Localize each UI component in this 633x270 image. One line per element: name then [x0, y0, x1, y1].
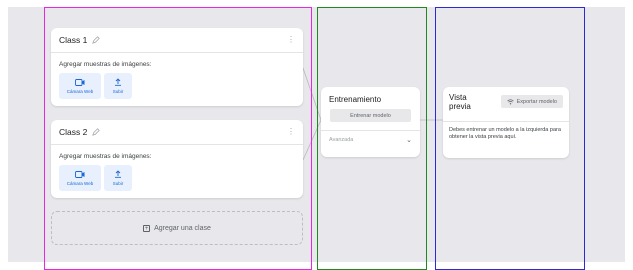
preview-frame	[435, 7, 585, 270]
classes-frame	[44, 7, 312, 270]
training-frame	[317, 7, 427, 270]
